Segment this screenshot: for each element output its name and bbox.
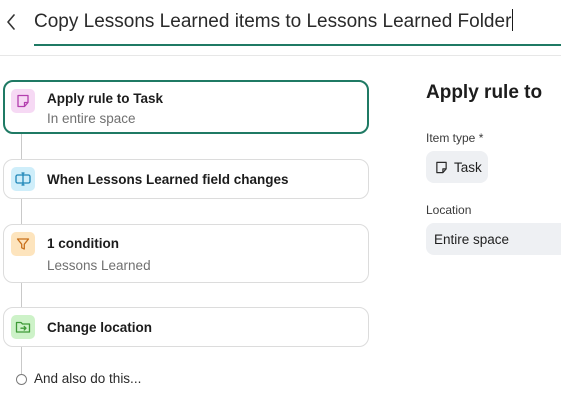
location-select[interactable]: Entire space: [426, 223, 561, 255]
header-divider: [0, 55, 561, 56]
step-card-trigger[interactable]: When Lessons Learned field changes: [3, 159, 369, 199]
note-icon: [11, 89, 35, 113]
folder-move-icon: [11, 315, 35, 339]
rule-name-underline: [34, 44, 561, 46]
step-title: 1 condition: [47, 236, 119, 251]
location-value: Entire space: [434, 231, 510, 247]
step-title: When Lessons Learned field changes: [47, 172, 289, 187]
timeline-end-dot: [16, 374, 27, 385]
item-type-select[interactable]: Task: [426, 151, 488, 183]
rule-name-text: Copy Lessons Learned items to Lessons Le…: [34, 11, 512, 32]
back-button[interactable]: [2, 10, 20, 34]
add-action-link[interactable]: And also do this...: [34, 371, 141, 386]
step-connector: [21, 283, 22, 307]
item-type-value: Task: [454, 159, 482, 175]
field-change-icon: [11, 167, 35, 191]
step-card-apply-rule[interactable]: Apply rule to Task In entire space: [3, 80, 369, 134]
item-type-label: Item type *: [426, 131, 484, 145]
location-label: Location: [426, 203, 472, 217]
filter-icon: [11, 232, 35, 256]
text-caret: [512, 9, 514, 31]
step-connector: [21, 347, 22, 374]
step-connector: [21, 199, 22, 224]
chevron-left-icon: [7, 14, 15, 30]
rule-name-input[interactable]: Copy Lessons Learned items to Lessons Le…: [34, 8, 561, 40]
step-connector: [21, 134, 22, 159]
step-subtitle: Lessons Learned: [47, 258, 151, 273]
automation-rule-editor: Copy Lessons Learned items to Lessons Le…: [0, 0, 561, 408]
step-subtitle: In entire space: [47, 111, 136, 126]
note-icon: [436, 161, 447, 173]
step-title: Change location: [47, 320, 153, 335]
step-title: Apply rule to Task: [47, 91, 164, 106]
step-card-condition[interactable]: 1 condition Lessons Learned: [3, 224, 369, 283]
step-card-action[interactable]: Change location: [3, 307, 369, 347]
panel-title: Apply rule to: [426, 82, 543, 103]
